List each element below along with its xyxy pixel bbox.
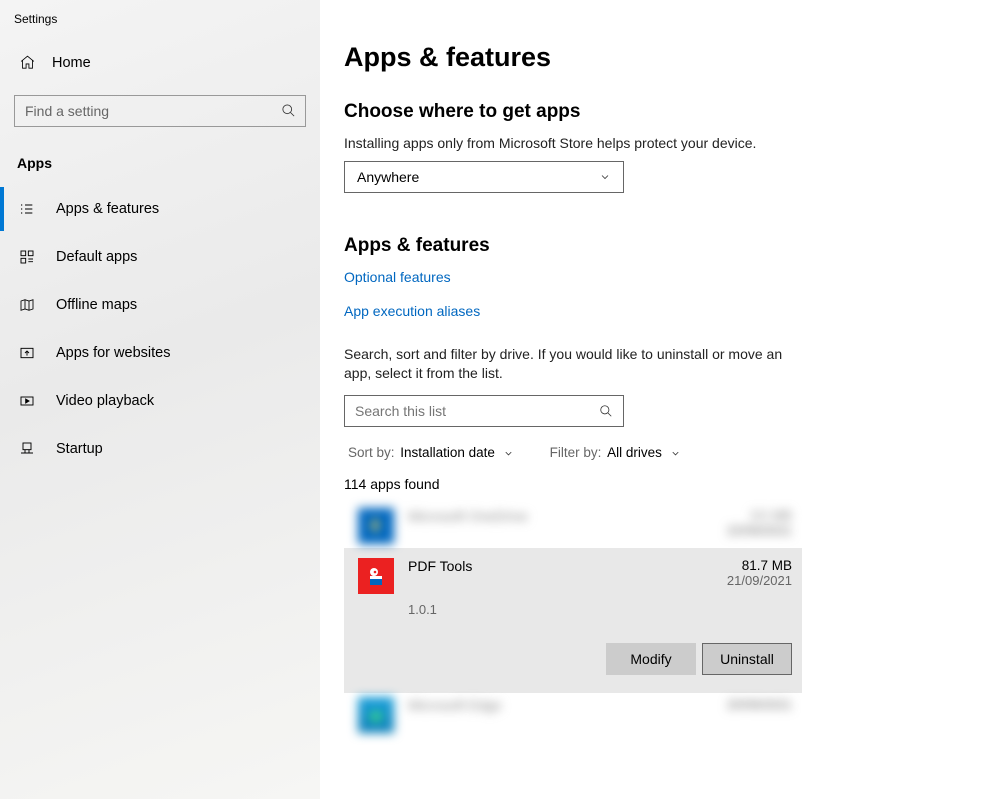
sort-value: Installation date — [400, 445, 495, 460]
sort-label: Sort by: — [348, 445, 395, 460]
app-version: 1.0.1 — [408, 602, 792, 617]
startup-icon — [18, 441, 36, 457]
search-icon — [599, 404, 613, 418]
nav-home-label: Home — [52, 55, 91, 71]
app-row[interactable]: Microsoft Edge 20/09/2021 — [344, 693, 802, 737]
sidebar-item-startup[interactable]: Startup — [0, 425, 320, 473]
sidebar-item-label: Apps for websites — [56, 345, 170, 361]
chevron-down-icon — [599, 171, 611, 183]
choose-heading: Choose where to get apps — [344, 101, 983, 123]
uninstall-button[interactable]: Uninstall — [702, 643, 792, 675]
page-title: Apps & features — [344, 42, 983, 73]
app-count: 114 apps found — [344, 476, 983, 492]
app-date: 21/09/2021 — [727, 573, 792, 588]
sidebar-item-label: Apps & features — [56, 201, 159, 217]
list-icon — [18, 201, 36, 217]
app-list-search[interactable] — [344, 395, 624, 427]
app-date: 22/09/2021 — [727, 523, 792, 538]
nav-home[interactable]: Home — [0, 26, 320, 89]
app-icon — [358, 697, 394, 733]
sidebar-item-label: Video playback — [56, 393, 154, 409]
sidebar-category: Apps — [0, 127, 320, 185]
sidebar-item-apps-websites[interactable]: Apps for websites — [0, 329, 320, 377]
sidebar-item-label: Startup — [56, 441, 103, 457]
features-heading: Apps & features — [344, 235, 983, 257]
window-title: Settings — [0, 0, 320, 26]
open-icon — [18, 345, 36, 361]
app-source-select[interactable]: Anywhere — [344, 161, 624, 193]
app-icon — [358, 558, 394, 594]
main-content: Apps & features Choose where to get apps… — [320, 0, 983, 799]
home-icon — [18, 54, 36, 71]
features-help: Search, sort and filter by drive. If you… — [344, 345, 804, 383]
modify-button[interactable]: Modify — [606, 643, 696, 675]
app-list-search-input[interactable] — [355, 403, 599, 419]
sidebar-item-label: Default apps — [56, 249, 137, 265]
map-icon — [18, 297, 36, 313]
filter-label: Filter by: — [550, 445, 602, 460]
video-icon — [18, 393, 36, 409]
sidebar-item-offline-maps[interactable]: Offline maps — [0, 281, 320, 329]
chevron-down-icon — [670, 448, 681, 459]
app-icon — [358, 508, 394, 544]
sidebar: Settings Home Apps Apps & features Defau… — [0, 0, 320, 799]
chevron-down-icon — [503, 448, 514, 459]
sidebar-item-video-playback[interactable]: Video playback — [0, 377, 320, 425]
app-row[interactable]: Microsoft OneDrive XX MB 22/09/2021 — [344, 504, 802, 548]
sidebar-item-apps-features[interactable]: Apps & features — [0, 185, 320, 233]
sidebar-item-label: Offline maps — [56, 297, 137, 313]
app-row-selected[interactable]: PDF Tools 81.7 MB 21/09/2021 1.0.1 Modif… — [344, 548, 802, 693]
select-value: Anywhere — [357, 169, 419, 185]
filter-control[interactable]: Filter by: All drives — [550, 445, 681, 460]
app-size: XX MB — [727, 508, 792, 523]
app-name: Microsoft OneDrive — [408, 508, 727, 544]
link-execution-aliases[interactable]: App execution aliases — [344, 303, 480, 319]
search-icon — [281, 103, 296, 118]
filter-value: All drives — [607, 445, 662, 460]
app-name: PDF Tools — [408, 558, 727, 594]
link-optional-features[interactable]: Optional features — [344, 269, 451, 285]
app-name: Microsoft Edge — [408, 697, 727, 733]
sidebar-search-input[interactable] — [14, 95, 306, 127]
sort-control[interactable]: Sort by: Installation date — [348, 445, 514, 460]
app-size: 81.7 MB — [727, 558, 792, 573]
sidebar-item-default-apps[interactable]: Default apps — [0, 233, 320, 281]
grid-icon — [18, 249, 36, 265]
choose-desc: Installing apps only from Microsoft Stor… — [344, 135, 983, 151]
sidebar-search[interactable] — [14, 95, 306, 127]
app-date: 20/09/2021 — [727, 697, 792, 712]
